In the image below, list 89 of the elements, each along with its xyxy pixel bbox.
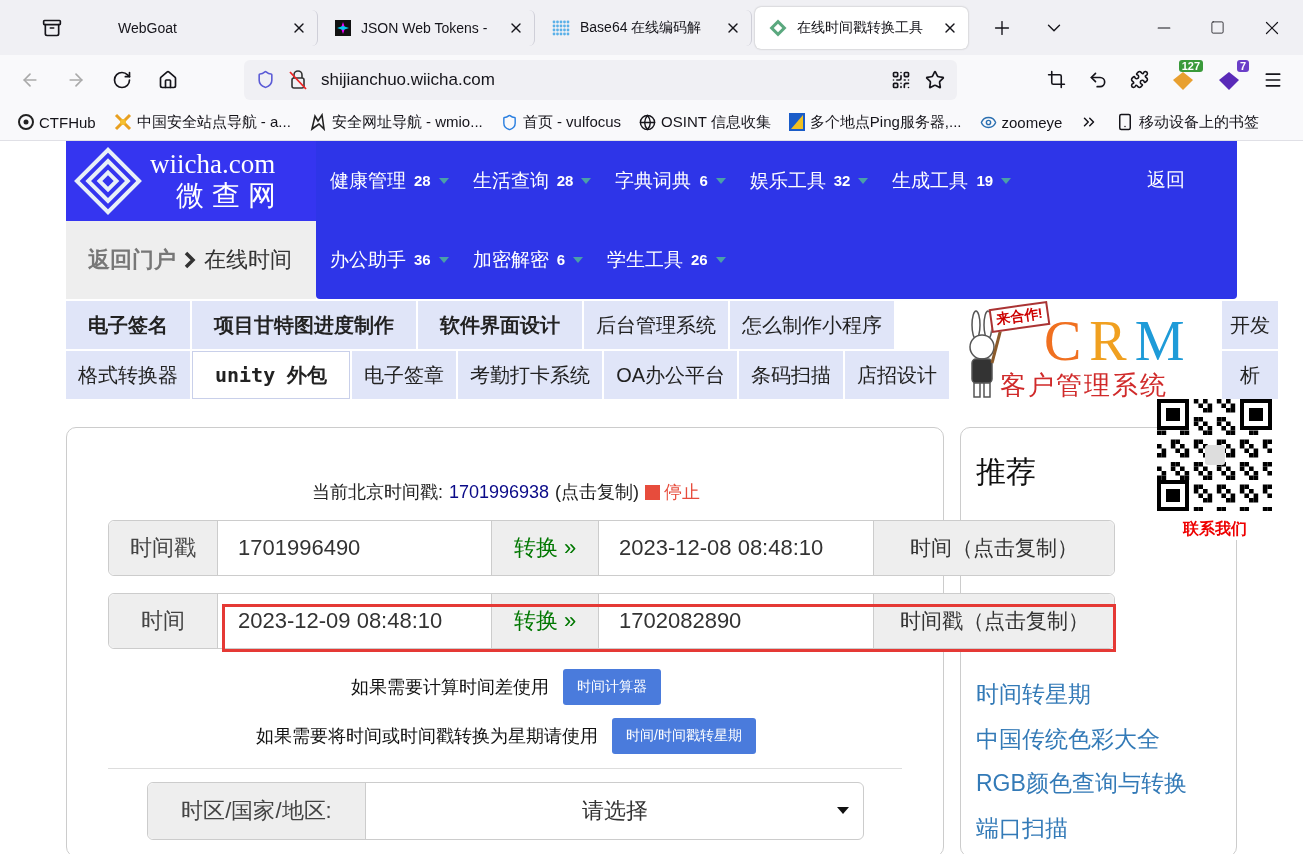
convert-button[interactable]: 转换 »: [492, 594, 599, 648]
caret-icon: [573, 256, 584, 263]
tool-link[interactable]: 开发: [1222, 301, 1278, 349]
browser-tab[interactable]: 在线时间戳转换工具: [755, 6, 968, 49]
menu-link[interactable]: 生成工具 19: [892, 167, 1012, 194]
tab-favicon-icon: [335, 19, 351, 36]
caret-icon: [858, 177, 869, 184]
bookmark-star-icon[interactable]: [925, 69, 945, 90]
stop-button[interactable]: 停止: [645, 480, 701, 504]
breadcrumb-current: 在线时间: [204, 246, 292, 274]
ad-subtitle: 客户管理系统: [1000, 369, 1168, 402]
contact-label: 联系我们: [1182, 519, 1247, 539]
timezone-select[interactable]: 时区/国家/地区: 请选择: [147, 782, 864, 840]
crop-icon[interactable]: [1047, 70, 1066, 89]
tool-link[interactable]: 析: [1222, 351, 1278, 399]
tool-link[interactable]: 考勤打卡系统: [458, 351, 603, 399]
row-label: 时间: [109, 594, 218, 648]
chevron-icon: [184, 251, 196, 269]
logo-icon: [72, 145, 144, 217]
site-logo[interactable]: wiicha.com 微查网: [66, 141, 316, 221]
current-label: 当前北京时间戳:: [311, 481, 443, 504]
menu-link[interactable]: 健康管理 28: [330, 167, 449, 194]
caret-icon: [581, 177, 592, 184]
hint-text: 如果需要计算时间差使用: [351, 676, 549, 699]
caret-icon: [715, 256, 726, 263]
panel-title: 推荐: [976, 454, 1037, 490]
recommend-link[interactable]: 中国传统色彩大全: [976, 716, 1236, 762]
globe-icon: [639, 113, 657, 131]
row-label: 时间戳: [109, 521, 218, 575]
tool-link[interactable]: 怎么制作小程序: [730, 301, 894, 349]
reload-icon[interactable]: [112, 69, 132, 90]
qr-code-icon[interactable]: [891, 69, 911, 90]
bookmark-link[interactable]: 移动设备上的书签: [1139, 112, 1260, 132]
caret-icon: [715, 177, 726, 184]
shield-icon[interactable]: [256, 70, 275, 89]
puzzle-icon[interactable]: [1130, 70, 1149, 89]
copy-hint[interactable]: (点击复制): [555, 480, 640, 504]
browser-tab[interactable]: Base64 在线编码解: [538, 9, 752, 46]
tool-link[interactable]: 条码扫描: [739, 351, 844, 399]
browser-tab[interactable]: WebGoat: [104, 9, 318, 46]
address-bar[interactable]: shijianchuo.wiicha.com: [244, 59, 957, 100]
recommend-link[interactable]: 端口扫描: [976, 805, 1236, 851]
tool-link[interactable]: OA办公平台: [604, 351, 738, 399]
menu-link[interactable]: 字典词典 6: [615, 167, 726, 194]
tool-link[interactable]: 格式转换器: [66, 351, 190, 399]
caret-icon: [438, 177, 449, 184]
copy-button[interactable]: 时间戳（点击复制）: [874, 594, 1114, 648]
hint-text: 如果需要将时间或时间戳转换为星期请使用: [256, 725, 599, 748]
count-badge: 7: [1236, 59, 1249, 72]
bookmark-link[interactable]: CTFHub: [39, 113, 96, 131]
tab-overview-icon[interactable]: [42, 17, 62, 38]
menu-link[interactable]: 生活查询 28: [472, 167, 592, 194]
bookmark-link[interactable]: OSINT 信息收集: [661, 112, 771, 132]
tool-link[interactable]: 项目甘特图进度制作: [192, 301, 416, 349]
count-badge: 127: [1178, 59, 1203, 72]
menu-link[interactable]: 加密解密 6: [472, 246, 584, 273]
tool-link[interactable]: 电子签章: [352, 351, 457, 399]
shield-icon: [500, 113, 518, 131]
undo-icon[interactable]: [1088, 69, 1108, 90]
bookmark-link[interactable]: 中国安全站点导航 - a...: [136, 112, 291, 132]
tool-link[interactable]: unity 外包: [192, 351, 351, 399]
caret-icon: [1001, 177, 1012, 184]
browser-tab[interactable]: JSON Web Tokens -: [321, 9, 535, 46]
caret-icon: [438, 256, 449, 263]
breadcrumb-link[interactable]: 返回门户: [88, 245, 176, 275]
tool-button[interactable]: 时间/时间戳转星期: [612, 718, 756, 754]
copy-button[interactable]: 时间（点击复制）: [874, 521, 1114, 575]
bookmark-link[interactable]: zoomeye: [1001, 113, 1063, 131]
tool-link[interactable]: 电子签名: [66, 301, 190, 349]
flag-icon: [788, 113, 805, 131]
menu-link[interactable]: 娱乐工具 32: [749, 167, 869, 194]
current-timestamp[interactable]: 1701996938: [448, 481, 550, 503]
tab-favicon-icon: [552, 19, 570, 36]
menu-link[interactable]: 办公助手 36: [330, 246, 449, 273]
insecure-lock-icon[interactable]: [289, 69, 307, 90]
dropdown-caret-icon: [837, 807, 849, 814]
bookmark-link[interactable]: 首页 - vulfocus: [522, 112, 622, 132]
tool-link[interactable]: 后台管理系统: [584, 301, 728, 349]
recommend-link[interactable]: 时间转星期: [976, 672, 1236, 717]
home-icon[interactable]: [158, 69, 178, 90]
tool-link[interactable]: 店招设计: [845, 351, 950, 399]
bookmark-link[interactable]: 多个地点Ping服务器,...: [809, 112, 962, 132]
bookmark-link[interactable]: 安全网址导航 - wmio...: [331, 112, 483, 132]
tool-button[interactable]: 时间计算器: [563, 669, 661, 705]
menu-link[interactable]: 学生工具 26: [607, 246, 726, 273]
tool-link[interactable]: 软件界面设计: [418, 301, 582, 349]
recommend-link[interactable]: RGB颜色查询与转换: [976, 761, 1236, 806]
back-link[interactable]: 返回: [1147, 167, 1185, 193]
convert-button[interactable]: 转换 »: [492, 521, 599, 575]
